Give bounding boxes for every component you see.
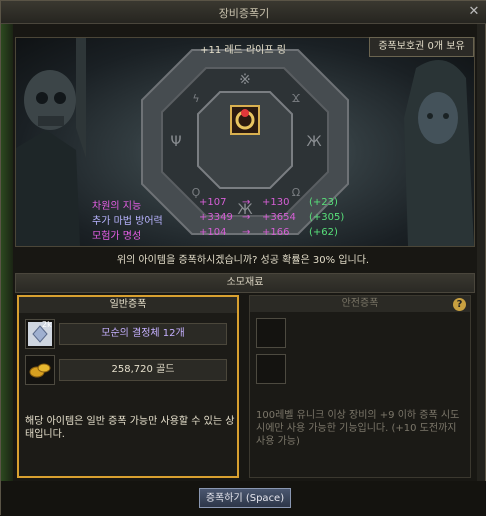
stat-next: +166 — [262, 227, 290, 238]
stat-current: +104 — [199, 227, 227, 238]
gold-icon[interactable] — [25, 355, 55, 385]
stat-delta: (+23) — [309, 197, 338, 208]
gold-graphic — [29, 363, 51, 378]
window-title: 장비증폭기 — [218, 7, 270, 20]
svg-text:Ж: Ж — [306, 134, 321, 150]
empty-material-slot — [256, 354, 286, 384]
background-edge-right — [477, 23, 485, 516]
close-icon[interactable]: ✕ — [467, 5, 481, 19]
protection-ticket-count: 증폭보호권 0개 보유 — [369, 37, 474, 57]
material-count-badge: 2k — [42, 320, 52, 329]
svg-text:Ϫ: Ϫ — [292, 92, 300, 105]
empty-material-slot — [256, 318, 286, 348]
stat-arrow: → — [242, 197, 251, 208]
ring-item-icon[interactable] — [230, 105, 260, 135]
background-edge-left — [1, 23, 13, 516]
materials-header: 소모재료 — [15, 273, 475, 293]
stat-preview-list: 차원의 지능 +107 → +130 (+23) 추가 마법 방어력 +3349… — [92, 197, 452, 242]
stat-current: +107 — [199, 197, 227, 208]
stat-delta: (+305) — [309, 212, 345, 223]
svg-text:Ψ: Ψ — [170, 134, 181, 150]
crystal-icon[interactable]: 2k — [25, 319, 55, 349]
normal-amplify-description: 해당 아이템은 일반 증폭 가능만 사용할 수 있는 상태입니다. — [25, 416, 235, 440]
stat-row: 모험가 명성 +104 → +166 (+62) — [92, 227, 452, 242]
stat-next: +3654 — [262, 212, 296, 223]
safe-amplify-title: 안전증폭 — [250, 296, 470, 312]
stat-row: 차원의 지능 +107 → +130 (+23) — [92, 197, 452, 212]
confirm-message: 위의 아이템을 증폭하시겠습니까? 성공 확률은 30% 입니다. — [116, 255, 370, 266]
normal-amplify-title: 일반증폭 — [19, 297, 237, 313]
help-icon[interactable]: ? — [453, 298, 466, 311]
stat-next: +130 — [262, 197, 290, 208]
stat-name: 차원의 지능 — [92, 201, 142, 212]
stat-row: 추가 마법 방어력 +3349 → +3654 (+305) — [92, 212, 452, 227]
safe-amplify-description: 100레벨 유니크 이상 장비의 +9 이하 증폭 시도 시에만 사용 가능한 … — [256, 410, 460, 447]
stat-arrow: → — [242, 212, 251, 223]
safe-amplify-panel: 안전증폭 ? 100레벨 유니크 이상 장비의 +9 이하 증폭 시도 시에만 … — [249, 295, 471, 478]
normal-amplify-panel[interactable]: 일반증폭 2k 모순의 결정체 12개 258,720 골드 해당 아이템은 일… — [17, 295, 239, 478]
svg-text:ϟ: ϟ — [192, 92, 199, 105]
stat-arrow: → — [242, 227, 251, 238]
material-crystal: 모순의 결정체 12개 — [59, 323, 227, 345]
stat-current: +3349 — [199, 212, 233, 223]
skull-statue-icon — [16, 38, 86, 246]
stat-name: 추가 마법 방어력 — [92, 216, 163, 227]
title-bar[interactable]: 장비증폭기 ✕ — [1, 1, 486, 24]
stat-delta: (+62) — [309, 227, 338, 238]
amplify-button[interactable]: 증폭하기 (Space) — [199, 488, 291, 508]
svg-text:※: ※ — [239, 72, 251, 88]
stat-name: 모험가 명성 — [92, 231, 142, 242]
material-gold: 258,720 골드 — [59, 359, 227, 381]
amplifier-window: 장비증폭기 ✕ ※ Ж Ψ Ж ϟ Ϫ Ϙ Ω +11 레드 라이프 링 증폭보… — [0, 0, 486, 516]
